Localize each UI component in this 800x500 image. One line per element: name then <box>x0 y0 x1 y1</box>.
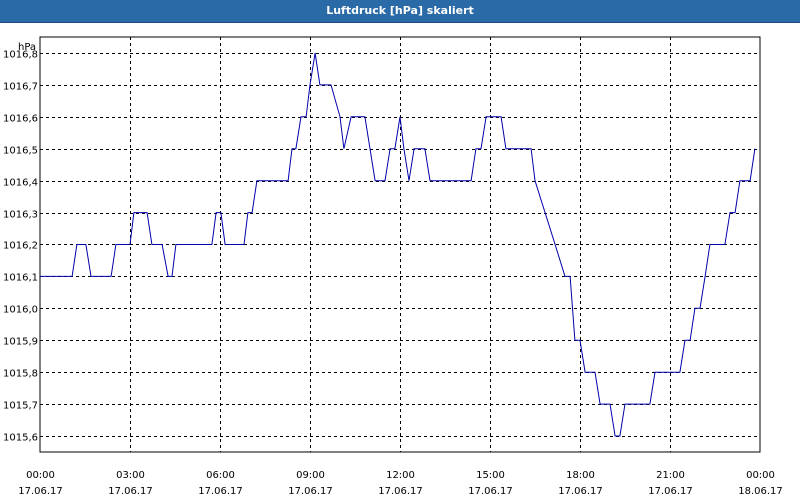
y-tick-label: 1016,4 <box>3 178 38 189</box>
y-tick-label: 1015,7 <box>3 401 38 412</box>
y-tick-label: 1015,8 <box>3 369 38 380</box>
x-tick-time: 09:00 <box>296 470 325 481</box>
y-tick-label: 1015,6 <box>3 433 38 444</box>
x-tick-time: 18:00 <box>566 470 595 481</box>
chart-title: Luftdruck [hPa] skaliert <box>0 0 800 23</box>
y-tick-label: 1016,3 <box>3 210 38 221</box>
y-tick-label: 1016,2 <box>3 241 38 252</box>
y-unit-label: hPa <box>18 42 36 53</box>
x-tick-date: 17.06.17 <box>378 486 423 497</box>
x-tick-time: 03:00 <box>116 470 145 481</box>
x-tick-date: 17.06.17 <box>648 486 693 497</box>
y-tick-label: 1016,0 <box>3 305 38 316</box>
y-tick-label: 1016,1 <box>3 273 38 284</box>
chart-area: 1016,8 1016,7 1016,6 1016,5 1016,4 1016,3 1016… <box>0 22 800 500</box>
x-tick-time: 00:00 <box>26 470 55 481</box>
y-tick-label: 1015,9 <box>3 337 38 348</box>
x-tick-date: 17.06.17 <box>288 486 333 497</box>
x-tick-time: 06:00 <box>206 470 235 481</box>
x-tick-time: 15:00 <box>476 470 505 481</box>
x-tick-date: 17.06.17 <box>468 486 513 497</box>
pressure-chart: 1016,81016,71016,61016,51016,41016,31016… <box>3 36 783 497</box>
x-tick-date: 17.06.17 <box>108 486 153 497</box>
y-tick-label: 1016,6 <box>3 114 38 125</box>
y-tick-label: 1016,5 <box>3 146 38 157</box>
x-tick-date: 18.06.17 <box>738 486 783 497</box>
x-tick-date: 17.06.17 <box>558 486 603 497</box>
y-tick-label: 1016,7 <box>3 82 38 93</box>
x-tick-date: 17.06.17 <box>198 486 243 497</box>
x-tick-time: 00:00 <box>746 470 775 481</box>
x-tick-time: 21:00 <box>656 470 685 481</box>
x-tick-time: 12:00 <box>386 470 415 481</box>
x-tick-date: 17.06.17 <box>18 486 63 497</box>
